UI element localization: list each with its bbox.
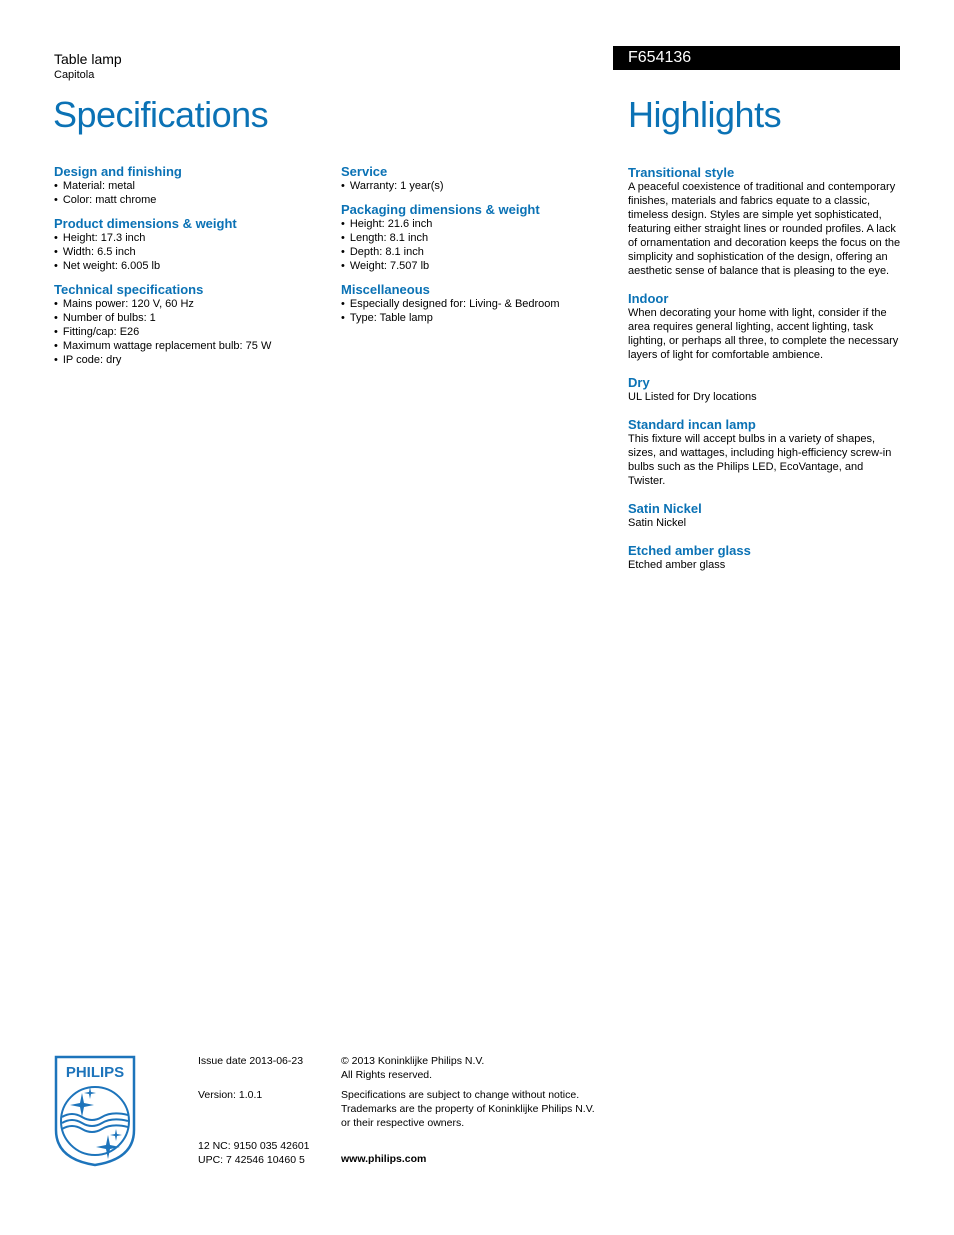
twelve-nc: 12 NC: 9150 035 42601 [198, 1140, 310, 1152]
version: Version: 1.0.1 [198, 1089, 263, 1101]
highlight-heading: Satin Nickel [628, 501, 702, 516]
spec-item: Weight: 7.507 lb [341, 259, 601, 273]
highlight-text: Etched amber glass [628, 559, 726, 571]
highlight: Satin Nickel Satin Nickel [628, 501, 903, 530]
spec-item: Mains power: 120 V, 60 Hz [54, 297, 314, 311]
spec-item: Material: metal [54, 179, 314, 193]
rights-reserved: All Rights reserved. [341, 1069, 433, 1081]
disclaimer-line: Trademarks are the property of Koninklij… [341, 1103, 595, 1115]
logo-text: PHILIPS [66, 1064, 124, 1081]
highlight-text: Satin Nickel [628, 517, 687, 529]
spec-item: Fitting/cap: E26 [54, 325, 314, 339]
highlight-text: A peaceful coexistence of traditional an… [628, 181, 901, 277]
spec-item: Type: Table lamp [341, 311, 601, 325]
highlights-title: Highlights [628, 94, 782, 135]
spec-item: Height: 17.3 inch [54, 231, 314, 245]
spec-section: Product dimensions & weight Height: 17.3… [54, 216, 314, 273]
philips-shield-logo: PHILIPS [54, 1055, 136, 1167]
highlight: Etched amber glass Etched amber glass [628, 543, 903, 572]
highlight-heading: Dry [628, 375, 650, 390]
highlight-text: When decorating your home with light, co… [628, 307, 899, 361]
spec-item: Maximum wattage replacement bulb: 75 W [54, 339, 314, 353]
highlight: Indoor When decorating your home with li… [628, 291, 903, 362]
highlight-heading: Etched amber glass [628, 543, 751, 558]
spec-section-heading: Miscellaneous [341, 282, 430, 297]
spec-item: Height: 21.6 inch [341, 217, 601, 231]
spec-item: Depth: 8.1 inch [341, 245, 601, 259]
model-number-bar: F654136 [613, 46, 900, 70]
copyright: © 2013 Koninklijke Philips N.V. [341, 1055, 485, 1067]
spec-item: Length: 8.1 inch [341, 231, 601, 245]
specs-column-left: Design and finishing Material: metal Col… [54, 164, 314, 376]
product-type: Table lamp [54, 51, 122, 67]
spec-section: Technical specifications Mains power: 12… [54, 282, 314, 367]
spec-section-heading: Product dimensions & weight [54, 216, 237, 231]
spec-section-heading: Service [341, 164, 388, 179]
spec-section-heading: Packaging dimensions & weight [341, 202, 540, 217]
upc-code: UPC: 7 42546 10460 5 [198, 1154, 305, 1166]
spec-item: Color: matt chrome [54, 193, 314, 207]
highlight-heading: Standard incan lamp [628, 417, 756, 432]
highlight: Standard incan lamp This fixture will ac… [628, 417, 903, 488]
issue-date: Issue date 2013-06-23 [198, 1055, 304, 1067]
highlight-text: UL Listed for Dry locations [628, 391, 757, 403]
spec-section: Packaging dimensions & weight Height: 21… [341, 202, 601, 273]
highlight-text: This fixture will accept bulbs in a vari… [628, 433, 892, 487]
spec-section: Service Warranty: 1 year(s) [341, 164, 601, 193]
spec-section: Miscellaneous Especially designed for: L… [341, 282, 601, 325]
product-name: Capitola [54, 69, 95, 81]
spec-item: Warranty: 1 year(s) [341, 179, 601, 193]
spec-item: Width: 6.5 inch [54, 245, 314, 259]
disclaimer-line: or their respective owners. [341, 1117, 465, 1129]
spec-section-heading: Design and finishing [54, 164, 182, 179]
spec-section-heading: Technical specifications [54, 282, 204, 297]
spec-item: Net weight: 6.005 lb [54, 259, 314, 273]
specifications-title: Specifications [53, 94, 269, 135]
spec-section: Design and finishing Material: metal Col… [54, 164, 314, 207]
spec-item: Especially designed for: Living- & Bedro… [341, 297, 601, 311]
specs-column-right: Service Warranty: 1 year(s) Packaging di… [341, 164, 601, 334]
highlights-column: Transitional style A peaceful coexistenc… [628, 165, 903, 585]
spec-item: IP code: dry [54, 353, 314, 367]
highlight-heading: Indoor [628, 291, 669, 306]
highlight: Transitional style A peaceful coexistenc… [628, 165, 903, 278]
disclaimer-line: Specifications are subject to change wit… [341, 1089, 580, 1101]
highlight: Dry UL Listed for Dry locations [628, 375, 903, 404]
highlight-heading: Transitional style [628, 165, 735, 180]
spec-item: Number of bulbs: 1 [54, 311, 314, 325]
website-link[interactable]: www.philips.com [341, 1152, 426, 1166]
